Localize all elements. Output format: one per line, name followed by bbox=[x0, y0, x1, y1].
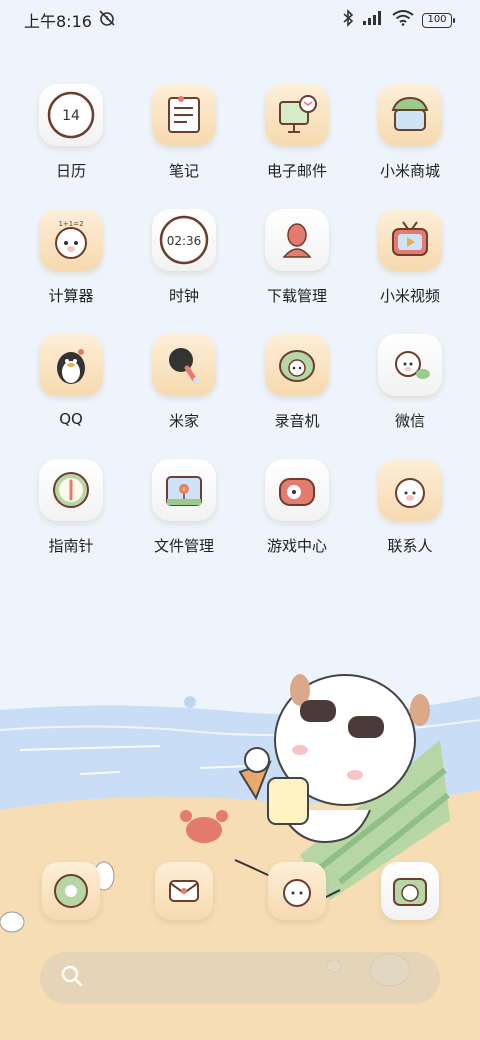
download-manager-icon[interactable] bbox=[265, 209, 329, 271]
calculator-icon[interactable]: 1+1=2 bbox=[39, 209, 103, 271]
app-label: 小米视频 bbox=[379, 287, 440, 305]
app-compass[interactable]: 指南针 bbox=[15, 459, 127, 569]
app-label: 下载管理 bbox=[266, 287, 327, 305]
mi-store-icon[interactable] bbox=[378, 84, 442, 146]
messages-icon[interactable] bbox=[155, 862, 213, 920]
clock-icon[interactable]: 02:36 bbox=[152, 209, 216, 271]
compass-icon[interactable] bbox=[39, 459, 103, 521]
phone-icon[interactable] bbox=[42, 862, 100, 920]
wifi-icon bbox=[392, 10, 414, 30]
mijia-icon[interactable] bbox=[152, 334, 216, 396]
app-label: 日历 bbox=[55, 162, 86, 180]
recorder-icon[interactable] bbox=[265, 334, 329, 396]
file-manager-icon[interactable] bbox=[152, 459, 216, 521]
camera-icon[interactable] bbox=[381, 862, 439, 920]
bluetooth-icon bbox=[342, 9, 354, 31]
app-wechat[interactable]: 微信 bbox=[354, 334, 466, 444]
app-game-center[interactable]: 游戏中心 bbox=[241, 459, 353, 569]
app-label: QQ bbox=[59, 410, 83, 428]
calendar-icon[interactable]: 14 bbox=[39, 84, 103, 146]
app-label: 文件管理 bbox=[153, 537, 214, 555]
email-icon[interactable] bbox=[265, 84, 329, 146]
app-label: 指南针 bbox=[48, 537, 94, 555]
alarm-off-icon bbox=[98, 9, 116, 31]
app-mijia[interactable]: 米家 bbox=[128, 334, 240, 444]
app-recorder[interactable]: 录音机 bbox=[241, 334, 353, 444]
app-label: 计算器 bbox=[48, 287, 94, 305]
app-notes[interactable]: 笔记 bbox=[128, 84, 240, 194]
search-icon[interactable] bbox=[60, 964, 84, 992]
clock-time: 02:36 bbox=[167, 234, 202, 248]
app-download-manager[interactable]: 下载管理 bbox=[241, 209, 353, 319]
app-label: 笔记 bbox=[168, 162, 199, 180]
qq-penguin-icon[interactable] bbox=[39, 334, 103, 396]
dock-browser[interactable] bbox=[268, 862, 326, 920]
dock-camera[interactable] bbox=[381, 862, 439, 920]
app-qq[interactable]: QQ bbox=[15, 334, 127, 444]
app-calculator[interactable]: 1+1=2 计算器 bbox=[15, 209, 127, 319]
app-label: 小米商城 bbox=[379, 162, 440, 180]
mi-video-icon[interactable] bbox=[378, 209, 442, 271]
app-label: 游戏中心 bbox=[266, 537, 327, 555]
app-label: 时钟 bbox=[168, 287, 199, 305]
dock-messages[interactable] bbox=[155, 862, 213, 920]
status-time: 上午8:16 bbox=[24, 12, 92, 31]
app-email[interactable]: 电子邮件 bbox=[241, 84, 353, 194]
game-center-icon[interactable] bbox=[265, 459, 329, 521]
app-label: 电子邮件 bbox=[266, 162, 327, 180]
app-calendar[interactable]: 14 日历 bbox=[15, 84, 127, 194]
app-label: 录音机 bbox=[274, 412, 320, 430]
calendar-day: 14 bbox=[62, 108, 80, 124]
notes-icon[interactable] bbox=[152, 84, 216, 146]
signal-icon bbox=[362, 10, 384, 30]
app-file-manager[interactable]: 文件管理 bbox=[128, 459, 240, 569]
dock-phone[interactable] bbox=[42, 862, 100, 920]
browser-icon[interactable] bbox=[268, 862, 326, 920]
search-bar[interactable] bbox=[40, 952, 440, 1004]
battery-icon: 100 bbox=[422, 12, 455, 28]
wechat-icon[interactable] bbox=[378, 334, 442, 396]
app-contacts[interactable]: 联系人 bbox=[354, 459, 466, 569]
app-label: 米家 bbox=[168, 412, 199, 430]
battery-level: 100 bbox=[427, 14, 447, 25]
app-mi-store[interactable]: 小米商城 bbox=[354, 84, 466, 194]
app-clock[interactable]: 02:36 时钟 bbox=[128, 209, 240, 319]
svg-text:1+1=2: 1+1=2 bbox=[58, 220, 83, 228]
contacts-icon[interactable] bbox=[378, 459, 442, 521]
app-label: 联系人 bbox=[387, 537, 433, 555]
app-label: 微信 bbox=[394, 412, 425, 430]
app-mi-video[interactable]: 小米视频 bbox=[354, 209, 466, 319]
status-bar: 上午8:16 100 bbox=[0, 0, 480, 40]
